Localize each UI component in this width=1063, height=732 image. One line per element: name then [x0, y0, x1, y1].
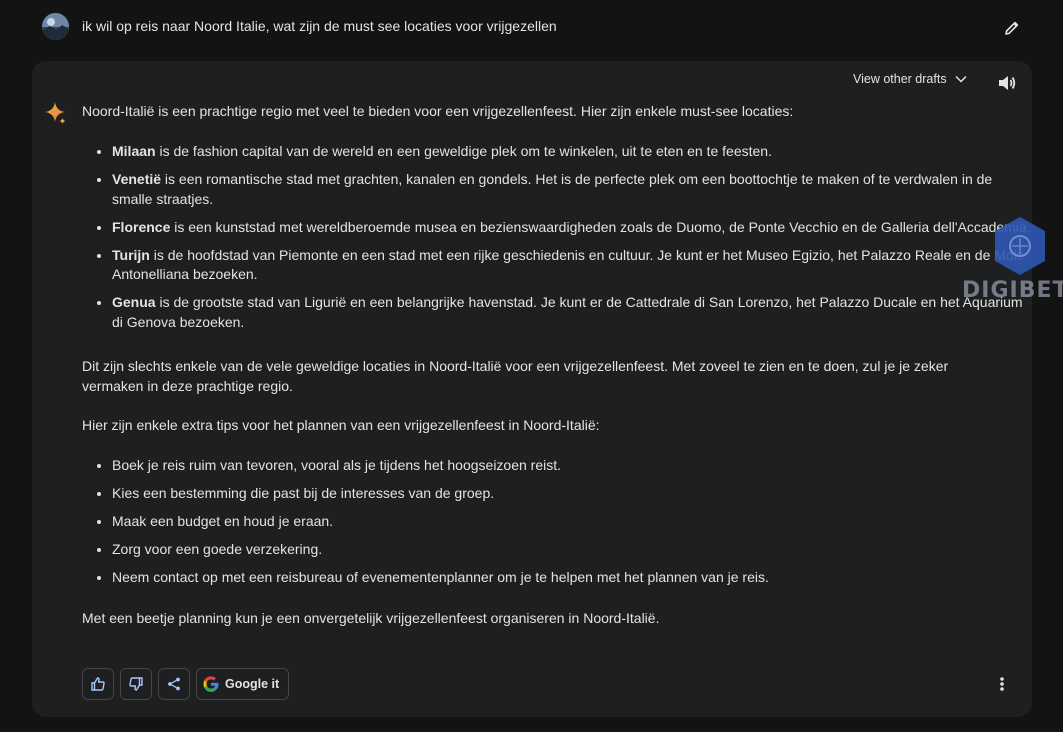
location-name: Turijn: [112, 246, 150, 263]
locations-list: Milaan is de fashion capital van de were…: [82, 142, 1032, 341]
location-name: Genua: [112, 294, 156, 310]
speaker-icon: [999, 76, 1016, 90]
location-name: Venetië: [112, 171, 162, 187]
thumbs-up-icon: [91, 677, 105, 691]
location-description: is de hoofdstad van Piemonte en een stad…: [112, 246, 1025, 283]
location-name: Milaan: [112, 143, 156, 159]
list-item: Turijn is de hoofdstad van Piemonte en e…: [112, 246, 1032, 285]
location-description: is een kunststad met wereldberoemde muse…: [170, 218, 1031, 235]
location-name: Florence: [112, 218, 171, 235]
outro-paragraph: Met een beetje planning kun je een onver…: [82, 610, 660, 626]
view-other-drafts-button[interactable]: View other drafts: [853, 72, 967, 86]
thumbs-down-icon: [129, 677, 143, 691]
good-response-button[interactable]: [82, 668, 114, 700]
app-root: ik wil op reis naar Noord Italie, wat zi…: [0, 0, 1063, 732]
response-card: View other drafts Noord-Italië is een pr…: [32, 61, 1032, 717]
pencil-icon: [1005, 21, 1019, 35]
list-item: Florence is een kunststad met wereldbero…: [112, 218, 1032, 238]
tips-intro-paragraph: Hier zijn enkele extra tips voor het pla…: [82, 417, 600, 433]
list-item: Zorg voor een goede verzekering.: [112, 540, 1032, 560]
list-item: Milaan is de fashion capital van de were…: [112, 142, 1032, 162]
user-avatar: [42, 13, 69, 40]
edit-prompt-button[interactable]: [1000, 16, 1024, 40]
tips-list: Boek je reis ruim van tevoren, vooral al…: [82, 456, 1032, 596]
list-item: Kies een bestemming die past bij de inte…: [112, 484, 1032, 504]
chevron-down-icon: [955, 75, 967, 83]
summary-paragraph: Dit zijn slechts enkele van de vele gewe…: [82, 358, 949, 394]
list-item: Genua is de grootste stad van Ligurië en…: [112, 293, 1032, 332]
location-description: is een romantische stad met grachten, ka…: [112, 171, 993, 207]
google-it-button[interactable]: Google it: [196, 668, 290, 700]
list-item: Maak een budget en houd je eraan.: [112, 512, 1032, 532]
location-description: is de grootste stad van Ligurië en een b…: [112, 294, 1023, 330]
bad-response-button[interactable]: [120, 668, 152, 700]
response-actions: Google it: [82, 668, 290, 702]
read-aloud-button[interactable]: [996, 72, 1018, 94]
list-item: Neem contact op met een reisbureau of ev…: [112, 568, 1032, 588]
prompt-text: ik wil op reis naar Noord Italie, wat zi…: [82, 18, 557, 34]
list-item: Boek je reis ruim van tevoren, vooral al…: [112, 456, 1032, 476]
intro-paragraph: Noord-Italië is een prachtige regio met …: [82, 103, 794, 119]
gemini-spark-icon: [43, 101, 67, 125]
location-description: is de fashion capital van de wereld en e…: [155, 143, 772, 159]
user-prompt-row: ik wil op reis naar Noord Italie, wat zi…: [0, 0, 1063, 56]
google-icon: [203, 676, 219, 692]
more-options-button[interactable]: [992, 673, 1012, 695]
view-other-drafts-label: View other drafts: [853, 72, 947, 86]
list-item: Venetië is een romantische stad met grac…: [112, 170, 1032, 209]
share-icon: [168, 677, 180, 691]
more-vert-icon: [1000, 677, 1004, 691]
google-it-label: Google it: [225, 677, 280, 691]
share-button[interactable]: [158, 668, 190, 700]
